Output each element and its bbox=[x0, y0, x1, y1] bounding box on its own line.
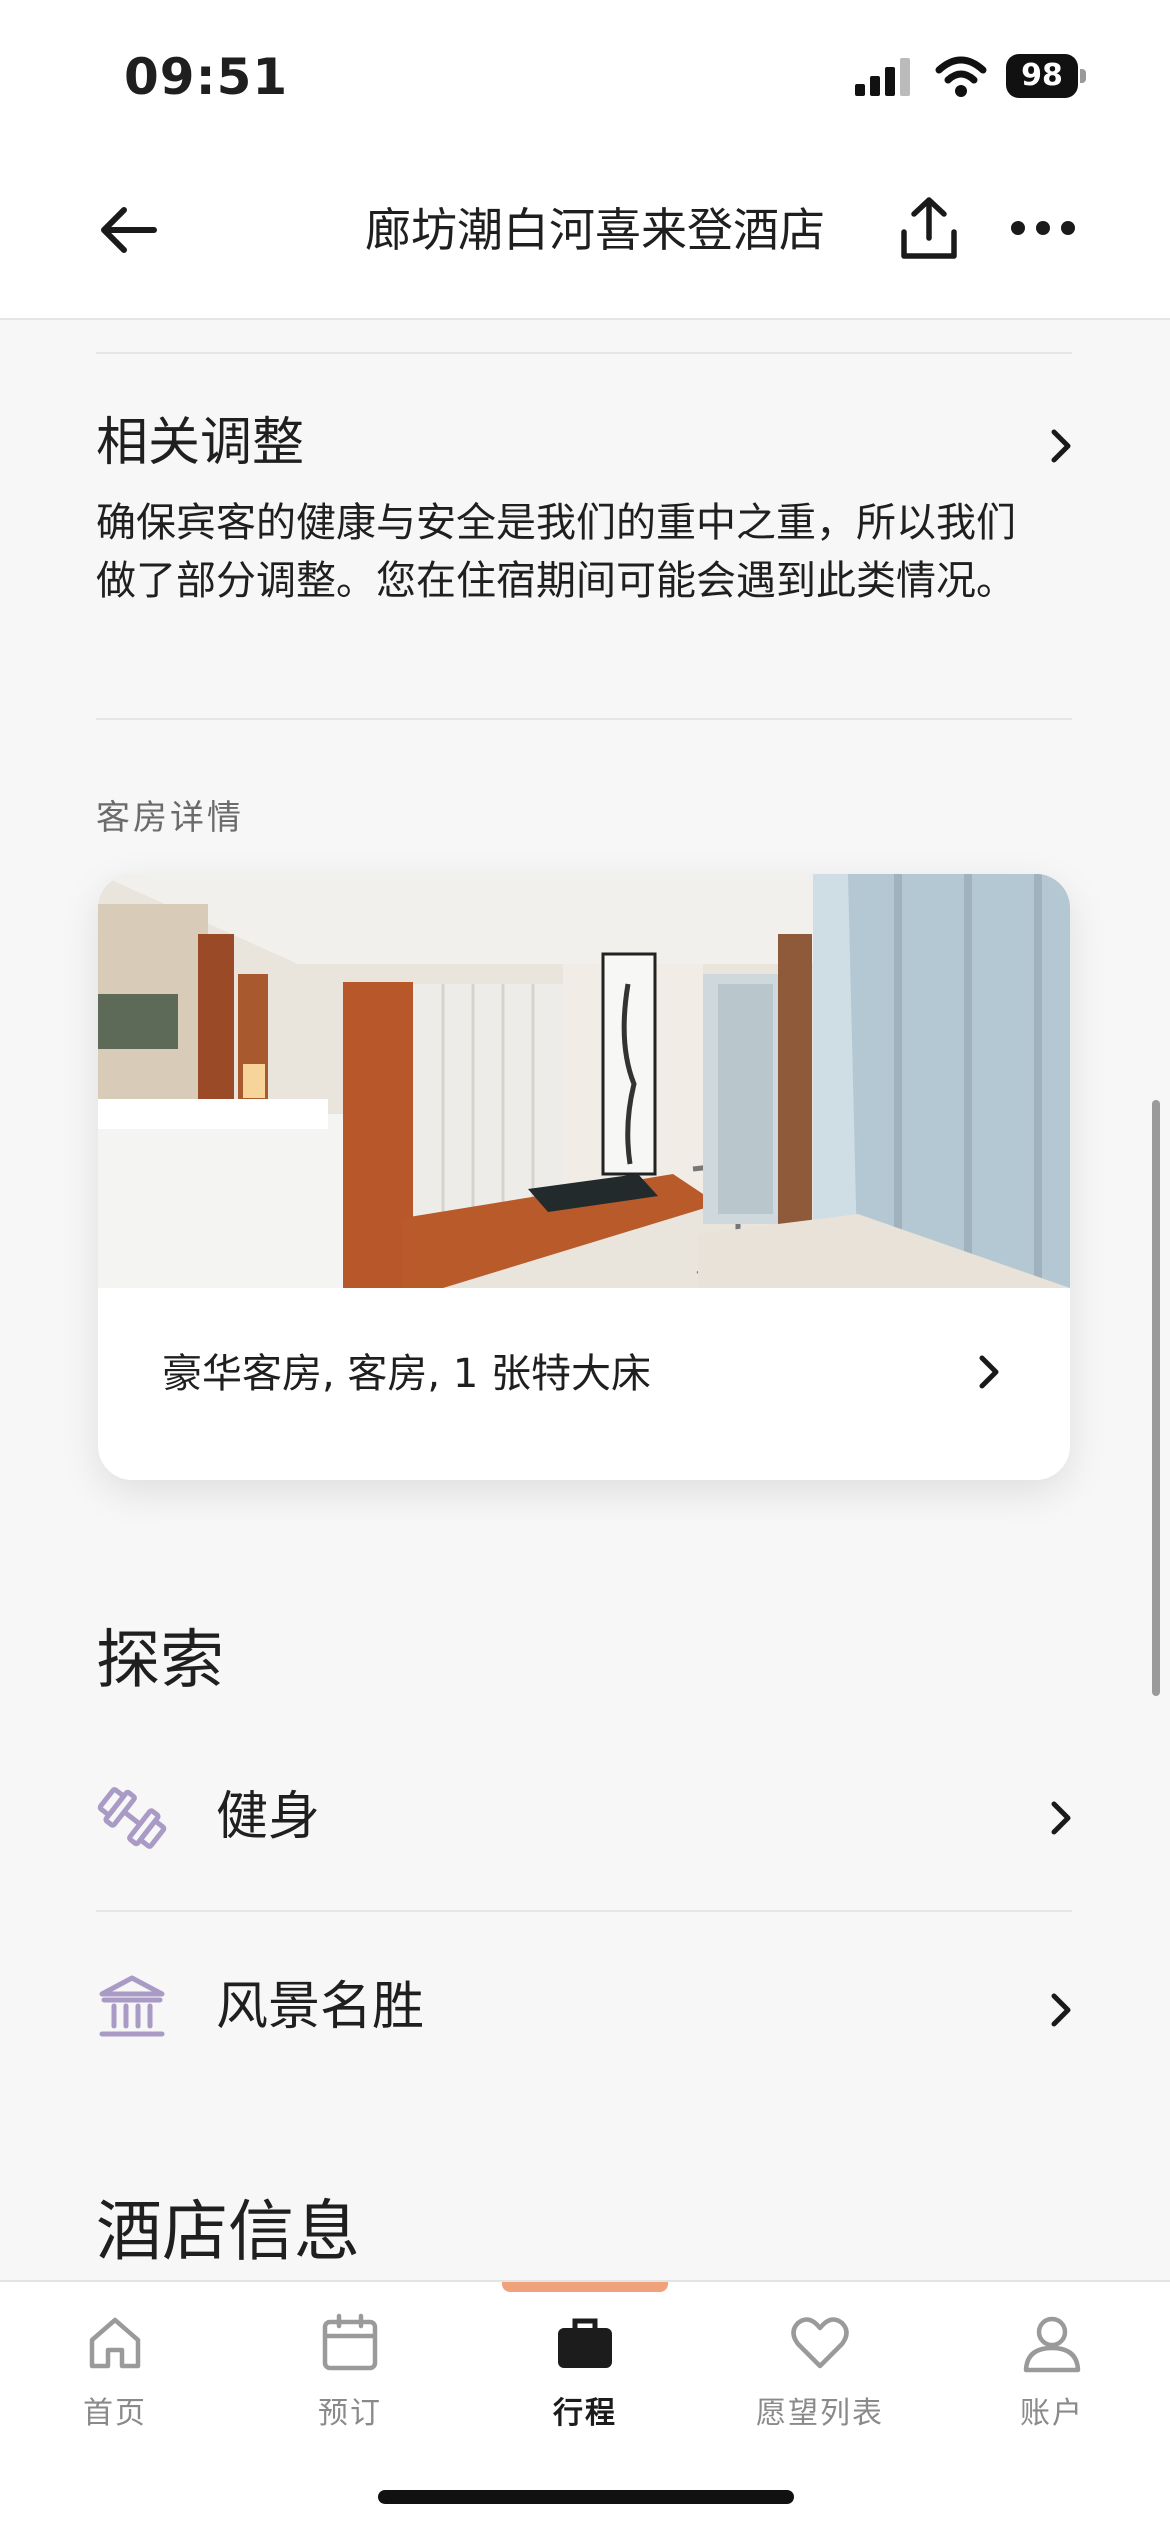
chevron-right-icon bbox=[1046, 1990, 1076, 2030]
tab-label: 预订 bbox=[318, 2396, 382, 2431]
tab-label: 愿望列表 bbox=[756, 2396, 884, 2431]
tab-label: 行程 bbox=[553, 2396, 617, 2431]
chevron-right-icon bbox=[1046, 1798, 1076, 1838]
divider bbox=[96, 352, 1072, 354]
chevron-right-icon[interactable] bbox=[974, 1352, 1004, 1392]
explore-item-label: 风景名胜 bbox=[216, 1977, 425, 2037]
room-name: 豪华客房, 客房, 1 张特大床 bbox=[162, 1351, 652, 1397]
scrollbar[interactable] bbox=[1152, 1100, 1160, 1696]
home-indicator[interactable] bbox=[378, 2490, 794, 2504]
room-card[interactable]: 豪华客房, 客房, 1 张特大床 bbox=[98, 874, 1070, 1480]
calendar-icon bbox=[322, 2313, 378, 2371]
heart-icon bbox=[791, 2317, 849, 2369]
tab-wishlist[interactable]: 愿望列表 bbox=[740, 2312, 900, 2432]
back-arrow-icon[interactable] bbox=[96, 198, 160, 262]
top-nav-bar: 廊坊潮白河喜来登酒店 bbox=[0, 150, 1170, 320]
explore-item-label: 健身 bbox=[216, 1787, 321, 1847]
active-tab-indicator bbox=[502, 2282, 668, 2292]
divider bbox=[96, 718, 1072, 720]
wifi-icon bbox=[935, 56, 987, 97]
tab-label: 账户 bbox=[1020, 2396, 1084, 2431]
tab-home[interactable]: 首页 bbox=[35, 2312, 195, 2432]
page-title: 廊坊潮白河喜来登酒店 bbox=[365, 203, 825, 257]
status-bar: 09:51 98 bbox=[0, 0, 1170, 150]
user-icon bbox=[1023, 2316, 1081, 2373]
cellular-signal-icon bbox=[855, 58, 910, 96]
room-details-label: 客房详情 bbox=[96, 798, 244, 838]
adjustments-description: 确保宾客的健康与安全是我们的重中之重，所以我们做了部分调整。您在住宿期间可能会遇… bbox=[96, 500, 1016, 604]
battery-icon: 98 bbox=[1006, 54, 1086, 100]
landmark-icon bbox=[99, 1975, 165, 2037]
tab-label: 首页 bbox=[83, 2396, 147, 2431]
explore-heading: 探索 bbox=[96, 1624, 224, 1698]
home-icon bbox=[89, 2317, 141, 2369]
divider bbox=[96, 1910, 1072, 1912]
more-options-icon[interactable] bbox=[1010, 220, 1076, 236]
adjustments-heading[interactable]: 相关调整 bbox=[96, 410, 304, 476]
dumbbell-icon bbox=[97, 1787, 167, 1849]
battery-level: 98 bbox=[1006, 54, 1078, 98]
tab-bookings[interactable]: 预订 bbox=[270, 2312, 430, 2432]
status-time: 09:51 bbox=[124, 48, 289, 106]
briefcase-icon bbox=[558, 2318, 612, 2368]
share-icon[interactable] bbox=[896, 194, 962, 262]
chevron-right-icon[interactable] bbox=[1046, 426, 1076, 466]
hotel-info-heading: 酒店信息 bbox=[96, 2193, 360, 2270]
tab-trips[interactable]: 行程 bbox=[505, 2312, 665, 2432]
tab-account[interactable]: 账户 bbox=[972, 2312, 1132, 2432]
room-photo bbox=[98, 874, 1070, 1288]
